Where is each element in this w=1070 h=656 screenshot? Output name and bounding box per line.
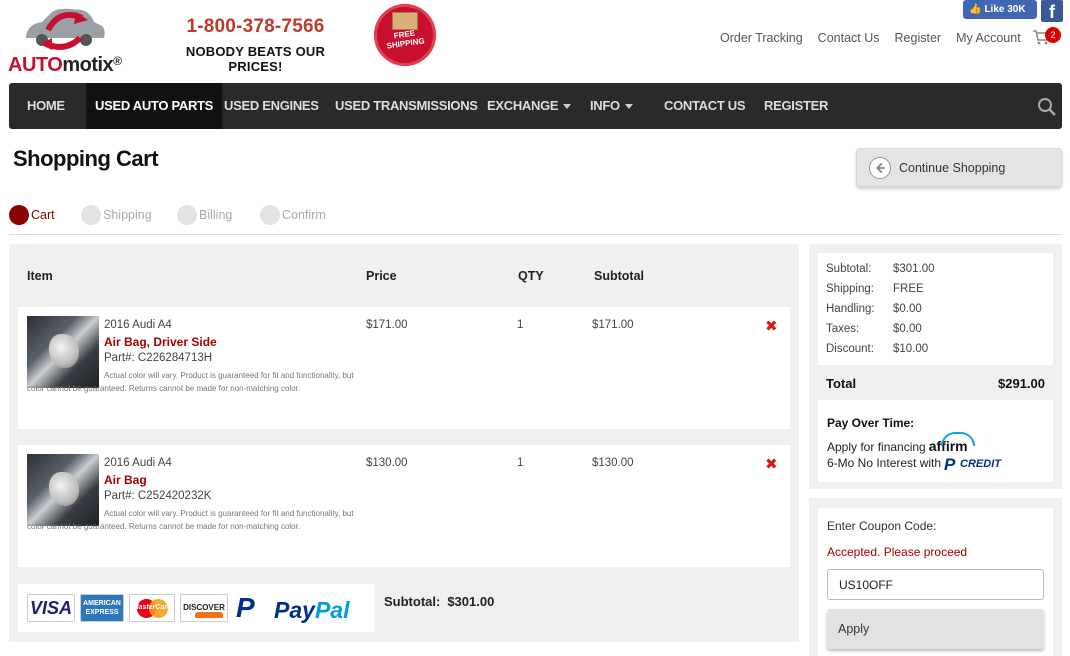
coupon-label: Enter Coupon Code: bbox=[827, 519, 937, 533]
nav-register[interactable]: REGISTER bbox=[764, 83, 828, 129]
summary-box: Subtotal: $301.00 Shipping: FREE Handling:… bbox=[818, 253, 1053, 365]
item-qty: 1 bbox=[517, 457, 524, 469]
nav-exchange[interactable]: EXCHANGE bbox=[487, 83, 572, 129]
continue-shopping-button[interactable]: Continue Shopping bbox=[856, 148, 1062, 187]
nav-home[interactable]: HOME bbox=[27, 83, 65, 129]
item-part-number: Part#: C226284713H bbox=[104, 352, 213, 364]
nav-used-auto-parts[interactable]: USED AUTO PARTS bbox=[86, 83, 223, 129]
car-logo-icon bbox=[26, 8, 105, 50]
slogan: NOBODY BEATS OUR PRICES! bbox=[185, 44, 326, 74]
item-note: Actual color will vary. Product is guara… bbox=[27, 509, 354, 531]
pay-over-time: Pay Over Time: Apply for financing affirm… bbox=[818, 400, 1053, 482]
coupon-status: Accepted. Please proceed bbox=[827, 545, 968, 559]
item-name-link[interactable]: Air Bag bbox=[104, 473, 147, 487]
amex-logo: AMERICAN EXPRESS bbox=[80, 594, 124, 622]
payment-logos: VISA AMERICAN EXPRESS MasterCard DISCOVE… bbox=[18, 584, 375, 632]
automotix-logo[interactable]: AUTOmotix® bbox=[8, 4, 138, 76]
col-price: Price bbox=[366, 269, 397, 283]
cart-items-panel: Item Price QTY Subtotal 2016 Audi A4 Air… bbox=[9, 244, 799, 642]
nav-used-transmissions[interactable]: USED TRANSMISSIONS bbox=[335, 83, 478, 129]
affirm-logo[interactable]: affirm bbox=[929, 438, 968, 454]
item-price: $171.00 bbox=[366, 319, 408, 331]
summary-total: Total $291.00 bbox=[826, 376, 1045, 391]
apply-coupon-button[interactable]: Apply bbox=[827, 609, 1044, 649]
item-model: 2016 Audi A4 bbox=[104, 457, 172, 469]
caret-down-icon bbox=[624, 104, 633, 110]
remove-item-icon[interactable]: ✖ bbox=[765, 455, 778, 473]
nav-used-engines[interactable]: USED ENGINES bbox=[224, 83, 319, 129]
cart-count-badge: 2 bbox=[1045, 27, 1061, 43]
cart-subtotal: Subtotal: $301.00 bbox=[384, 594, 495, 609]
order-tracking-link[interactable]: Order Tracking bbox=[720, 31, 803, 45]
summary-shipping: Shipping: FREE bbox=[826, 283, 924, 295]
item-qty: 1 bbox=[517, 319, 524, 331]
summary-taxes: Taxes: $0.00 bbox=[826, 323, 922, 335]
visa-logo: VISA bbox=[27, 594, 75, 622]
order-summary: Subtotal: $301.00 Shipping: FREE Handling:… bbox=[809, 244, 1062, 489]
thumbs-up-icon: 👍 bbox=[969, 4, 982, 15]
discover-logo: DISCOVER bbox=[180, 594, 228, 622]
summary-subtotal: Subtotal: $301.00 bbox=[826, 263, 935, 275]
item-price: $130.00 bbox=[366, 457, 408, 469]
summary-discount: Discount: $10.00 bbox=[826, 343, 929, 355]
top-links: Order Tracking Contact Us Register My Accou… bbox=[720, 31, 1036, 45]
item-part-number: Part#: C252420232K bbox=[104, 490, 212, 502]
item-model: 2016 Audi A4 bbox=[104, 319, 172, 331]
remove-item-icon[interactable]: ✖ bbox=[765, 317, 778, 335]
logo-text: AUTOmotix® bbox=[8, 54, 122, 76]
item-subtotal: $171.00 bbox=[592, 319, 634, 331]
coupon-panel: Enter Coupon Code: Accepted. Please proc… bbox=[809, 498, 1062, 656]
nav-info[interactable]: INFO bbox=[590, 83, 633, 129]
phone-block: 1-800-378-7566 NOBODY BEATS OUR PRICES! bbox=[168, 16, 343, 74]
cart-item: 2016 Audi A4 Air Bag, Driver Side Part#:… bbox=[18, 307, 790, 429]
register-link[interactable]: Register bbox=[895, 31, 942, 45]
page-title: Shopping Cart bbox=[13, 146, 159, 171]
paypal-credit-logo[interactable]: CREDIT bbox=[944, 455, 1001, 475]
summary-handling: Handling: $0.00 bbox=[826, 303, 922, 315]
nav-contact-us[interactable]: CONTACT US bbox=[664, 83, 746, 129]
item-note: Actual color will vary. Product is guara… bbox=[27, 371, 354, 393]
contact-us-link[interactable]: Contact Us bbox=[818, 31, 880, 45]
facebook-like-button[interactable]: 👍 Like 30K bbox=[963, 0, 1037, 19]
coupon-input[interactable] bbox=[827, 569, 1044, 600]
my-account-link[interactable]: My Account bbox=[956, 31, 1021, 45]
box-icon bbox=[392, 12, 418, 30]
item-subtotal: $130.00 bbox=[592, 457, 634, 469]
arrow-left-icon bbox=[869, 157, 891, 179]
search-icon[interactable] bbox=[1037, 97, 1057, 117]
site-header: AUTOmotix® 1-800-378-7566 NOBODY BEATS O… bbox=[0, 0, 1070, 82]
item-name-link[interactable]: Air Bag, Driver Side bbox=[104, 335, 217, 349]
cart-item: 2016 Audi A4 Air Bag Part#: C252420232K … bbox=[18, 445, 790, 567]
col-qty: QTY bbox=[518, 269, 544, 283]
main-nav: HOME USED AUTO PARTS USED ENGINES USED T… bbox=[9, 83, 1062, 129]
free-shipping-badge: FREE SHIPPING bbox=[374, 4, 436, 72]
phone-number[interactable]: 1-800-378-7566 bbox=[168, 16, 343, 38]
col-item: Item bbox=[27, 269, 53, 283]
paypal-logo: P PayPal bbox=[236, 592, 350, 623]
checkout-steps: Cart Shipping Billing Confirm bbox=[9, 204, 1062, 235]
col-subtotal: Subtotal bbox=[594, 269, 644, 283]
facebook-icon[interactable]: f bbox=[1041, 0, 1063, 22]
mastercard-logo: MasterCard bbox=[129, 594, 175, 622]
caret-down-icon bbox=[563, 104, 572, 110]
